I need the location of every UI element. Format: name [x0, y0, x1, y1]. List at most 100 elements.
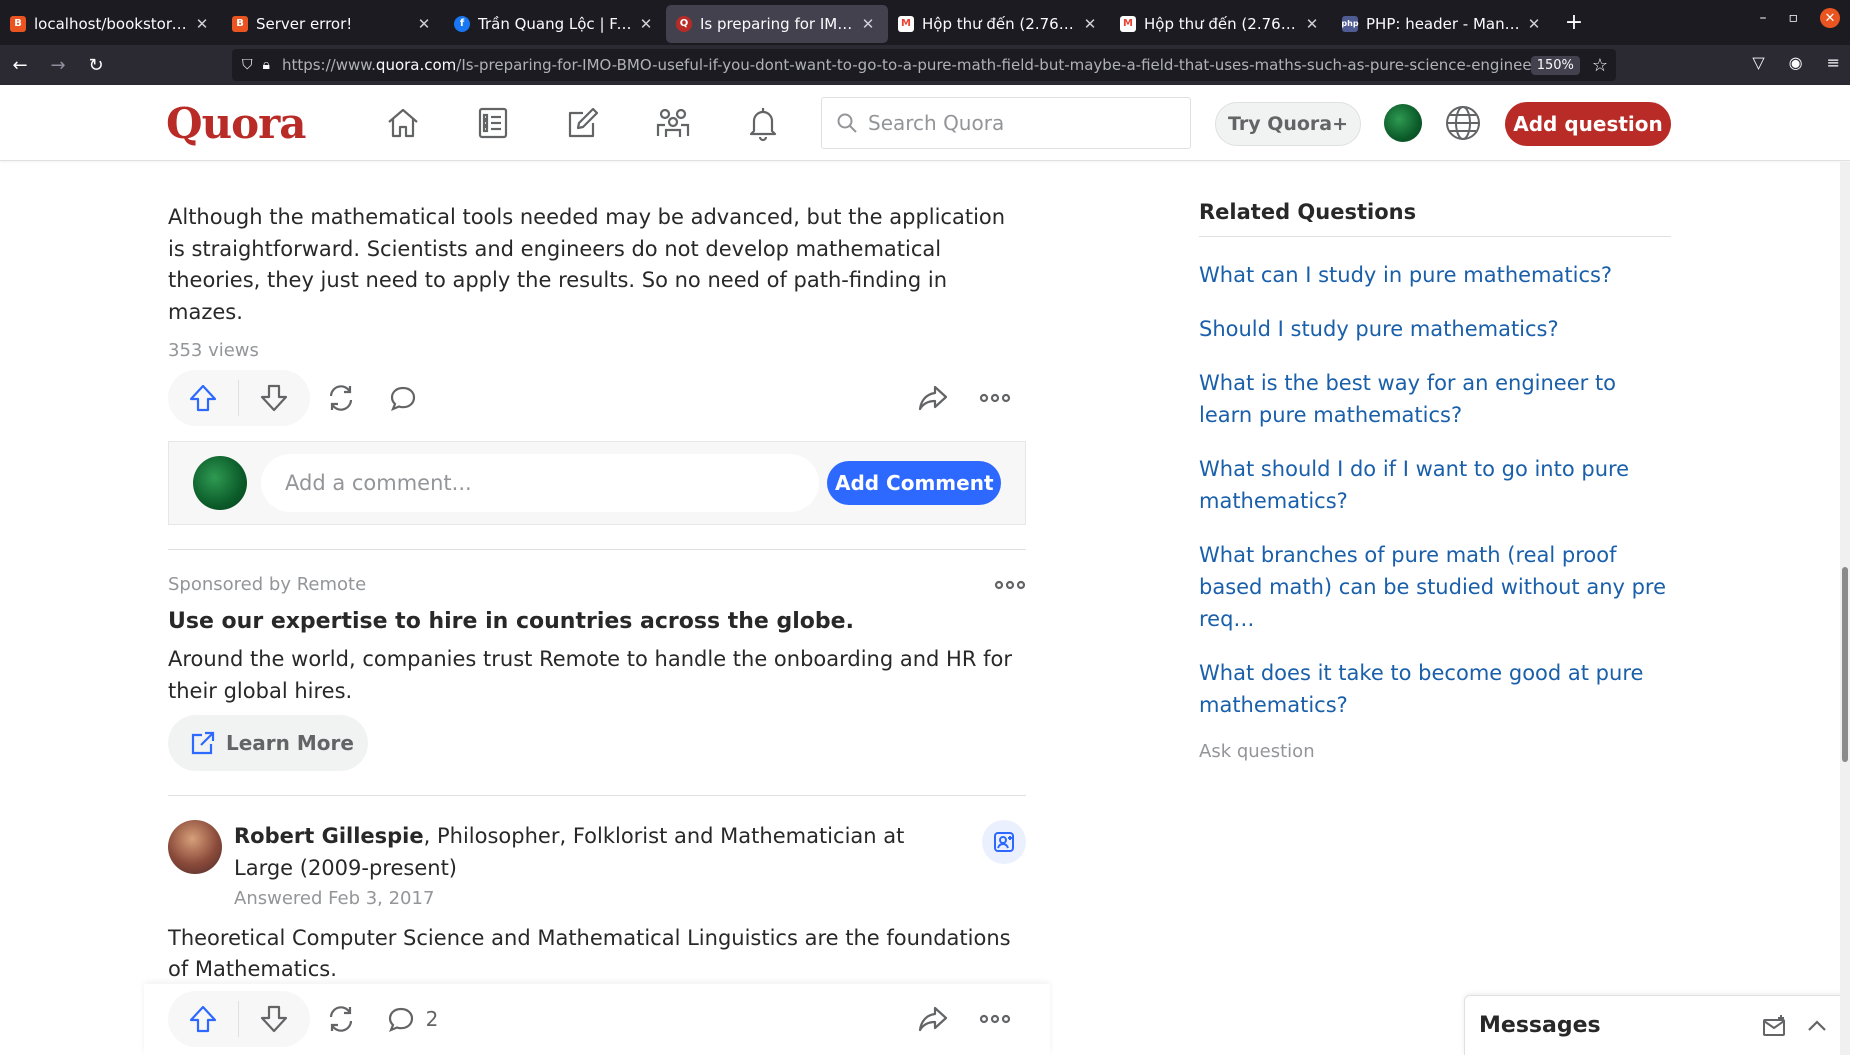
comment-button[interactable]: 2: [372, 991, 452, 1047]
tab-close-icon[interactable]: ✕: [1304, 15, 1320, 33]
quora-favicon-icon: Q: [676, 15, 692, 32]
ask-question-link[interactable]: Ask question: [1199, 741, 1671, 762]
pocket-icon[interactable]: ▽: [1752, 53, 1764, 72]
forward-arrow-icon[interactable]: →: [40, 50, 76, 80]
quora-logo[interactable]: Quora: [166, 99, 306, 148]
tab-close-icon[interactable]: ✕: [194, 15, 210, 33]
user-avatar[interactable]: [1384, 104, 1422, 142]
upvote-arrow-icon[interactable]: [168, 370, 238, 426]
author-avatar[interactable]: [168, 820, 222, 874]
upvote-arrow-icon[interactable]: [168, 991, 238, 1047]
answered-date[interactable]: Answered Feb 3, 2017: [234, 888, 954, 909]
sticky-action-bar: 2: [144, 984, 1050, 1055]
comment-input[interactable]: Add a comment...: [261, 454, 820, 512]
new-tab-button[interactable]: +: [1554, 10, 1594, 35]
bookmark-star-icon[interactable]: ☆: [1592, 55, 1608, 76]
lock-icon[interactable]: 🔒︎: [263, 57, 270, 73]
browser-nav-bar: ← → ↻ ⛉ 🔒︎ https://www.quora.com/Is-prep…: [0, 45, 1850, 85]
tab-favicon-icon: B: [232, 15, 248, 32]
page-scrollbar[interactable]: [1840, 162, 1850, 1055]
ad-title[interactable]: Use our expertise to hire in countries a…: [168, 607, 1026, 637]
share-arrow-icon[interactable]: [902, 991, 964, 1047]
tab-close-icon[interactable]: ✕: [416, 15, 432, 33]
browser-tab[interactable]: php PHP: header - Manual ✕: [1332, 5, 1554, 43]
tab-title: Trần Quang Lộc | Facebo: [478, 14, 632, 33]
spaces-people-icon[interactable]: [628, 101, 718, 145]
search-input[interactable]: [868, 111, 1168, 135]
learn-more-button[interactable]: Learn More: [168, 715, 368, 771]
browser-tab[interactable]: f Trần Quang Lộc | Facebo ✕: [444, 5, 666, 43]
browser-tab[interactable]: B localhost/bookstore/exa ✕: [0, 5, 222, 43]
sponsor-label[interactable]: Sponsored by Remote: [168, 574, 366, 595]
url-bar[interactable]: ⛉ 🔒︎ https://www.quora.com/Is-preparing-…: [232, 49, 1616, 81]
answer-pencil-icon[interactable]: [538, 101, 628, 145]
scrollbar-thumb[interactable]: [1842, 567, 1848, 762]
window-controls: – ▫ ✕: [1760, 8, 1840, 28]
minimize-icon[interactable]: –: [1760, 10, 1767, 26]
search-icon: [837, 113, 857, 133]
tab-title: localhost/bookstore/exa: [34, 14, 188, 33]
answer-action-right: [902, 990, 1026, 1048]
try-quora-plus-button[interactable]: Try Quora+: [1215, 102, 1361, 146]
tab-close-icon[interactable]: ✕: [1526, 15, 1542, 33]
downvote-arrow-icon[interactable]: [239, 991, 309, 1047]
follow-user-icon[interactable]: [982, 820, 1026, 864]
browser-tab-active[interactable]: Q Is preparing for IMO/BMO ✕: [666, 4, 888, 43]
home-icon[interactable]: [358, 101, 448, 145]
related-question-link[interactable]: What branches of pure math (real proof b…: [1199, 539, 1671, 635]
related-question-link[interactable]: What should I do if I want to go into pu…: [1199, 453, 1671, 517]
browser-tab[interactable]: M Hộp thư đến (2.760) - kho ✕: [1110, 5, 1332, 43]
view-count: 353 views: [168, 340, 259, 361]
quora-header: Quora Try Quora+ Add question: [0, 85, 1850, 161]
reload-icon[interactable]: ↻: [78, 50, 114, 80]
more-dots-icon[interactable]: [964, 370, 1026, 426]
share-arrow-icon[interactable]: [902, 370, 964, 426]
feed-main-column: Although the mathematical tools needed m…: [168, 162, 1026, 985]
tab-close-icon[interactable]: ✕: [638, 15, 654, 33]
comment-count: 2: [425, 1007, 439, 1031]
menu-hamburger-icon[interactable]: ≡: [1827, 53, 1840, 72]
search-box[interactable]: [821, 97, 1191, 149]
comment-bubble-icon[interactable]: [372, 370, 434, 426]
following-list-icon[interactable]: [448, 101, 538, 145]
share-retry-icon[interactable]: [310, 370, 372, 426]
new-message-icon[interactable]: [1761, 1013, 1787, 1039]
tab-title: Server error!: [256, 14, 353, 33]
messages-title[interactable]: Messages: [1479, 1013, 1761, 1038]
author-info: Robert Gillespie, Philosopher, Folkloris…: [234, 820, 954, 909]
downvote-arrow-icon[interactable]: [239, 370, 309, 426]
related-question-link[interactable]: What can I study in pure mathematics?: [1199, 259, 1671, 291]
browser-tab-bar: B localhost/bookstore/exa ✕ B Server err…: [0, 0, 1850, 45]
ad-more-dots-icon[interactable]: [994, 574, 1026, 595]
vote-pill: [168, 370, 310, 426]
commenter-avatar: [193, 456, 247, 510]
related-questions-panel: Related Questions What can I study in pu…: [1199, 200, 1671, 762]
more-dots-icon[interactable]: [964, 991, 1026, 1047]
author-name[interactable]: Robert Gillespie: [234, 824, 424, 848]
tab-title: Hộp thư đến (2.760) - kho: [922, 14, 1076, 33]
share-retry-icon[interactable]: [310, 991, 372, 1047]
tab-close-icon[interactable]: ✕: [1082, 15, 1098, 33]
add-comment-button[interactable]: Add Comment: [827, 461, 1001, 505]
tab-close-icon[interactable]: ✕: [860, 15, 876, 33]
messages-dock[interactable]: Messages: [1464, 995, 1850, 1055]
url-text[interactable]: https://www.quora.com/Is-preparing-for-I…: [282, 56, 1531, 74]
back-arrow-icon[interactable]: ←: [2, 50, 38, 80]
related-question-link[interactable]: Should I study pure mathematics?: [1199, 313, 1671, 345]
extension-icon[interactable]: ◉: [1789, 53, 1803, 72]
related-question-link[interactable]: What is the best way for an engineer to …: [1199, 367, 1671, 431]
add-question-button[interactable]: Add question: [1505, 102, 1671, 146]
zoom-level[interactable]: 150%: [1530, 55, 1580, 75]
shield-icon[interactable]: ⛉: [242, 57, 253, 73]
window-close-icon[interactable]: ✕: [1820, 8, 1840, 28]
related-question-link[interactable]: What does it take to become good at pure…: [1199, 657, 1671, 721]
learn-more-label: Learn More: [226, 731, 354, 755]
restore-icon[interactable]: ▫: [1789, 10, 1799, 26]
chevron-up-icon[interactable]: [1805, 1014, 1829, 1038]
notifications-bell-icon[interactable]: [718, 101, 808, 145]
browser-tab[interactable]: B Server error! ✕: [222, 5, 444, 43]
gmail-icon: M: [898, 15, 914, 32]
language-globe-icon[interactable]: [1444, 104, 1482, 142]
browser-tab[interactable]: M Hộp thư đến (2.760) - kho ✕: [888, 5, 1110, 43]
tab-favicon-icon: B: [10, 15, 26, 32]
